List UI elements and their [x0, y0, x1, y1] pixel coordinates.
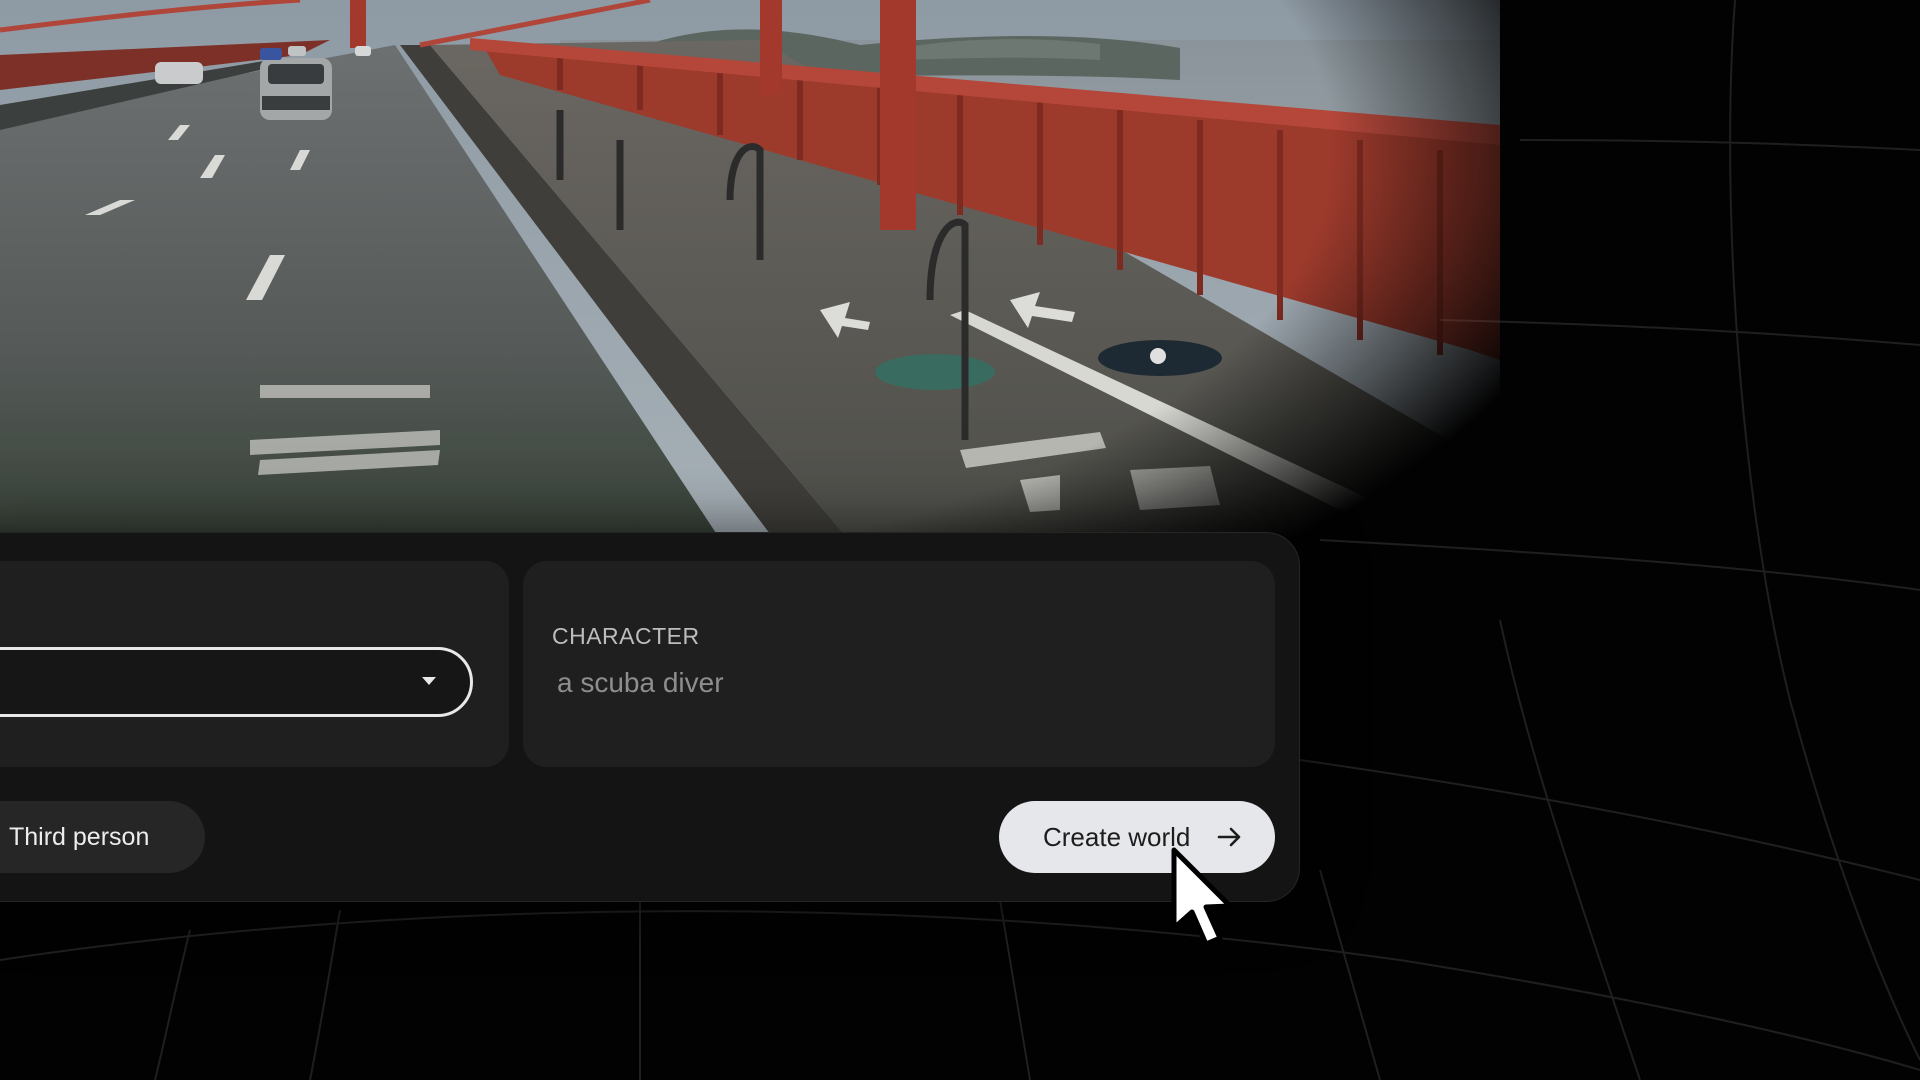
mode-card: e [0, 561, 509, 767]
character-input[interactable] [552, 661, 1242, 705]
world-composer-panel: e CHARACTER Third person Create world [0, 532, 1300, 902]
character-card[interactable]: CHARACTER [523, 561, 1275, 767]
bridge-scene-image [0, 0, 1500, 600]
app-stage: e CHARACTER Third person Create world [0, 0, 1920, 1080]
mode-dropdown[interactable]: e [0, 647, 473, 717]
caret-down-icon [422, 677, 436, 685]
character-label: CHARACTER [552, 623, 700, 649]
pointer-cursor-icon [1171, 847, 1233, 947]
third-person-chip[interactable]: Third person [0, 801, 205, 873]
